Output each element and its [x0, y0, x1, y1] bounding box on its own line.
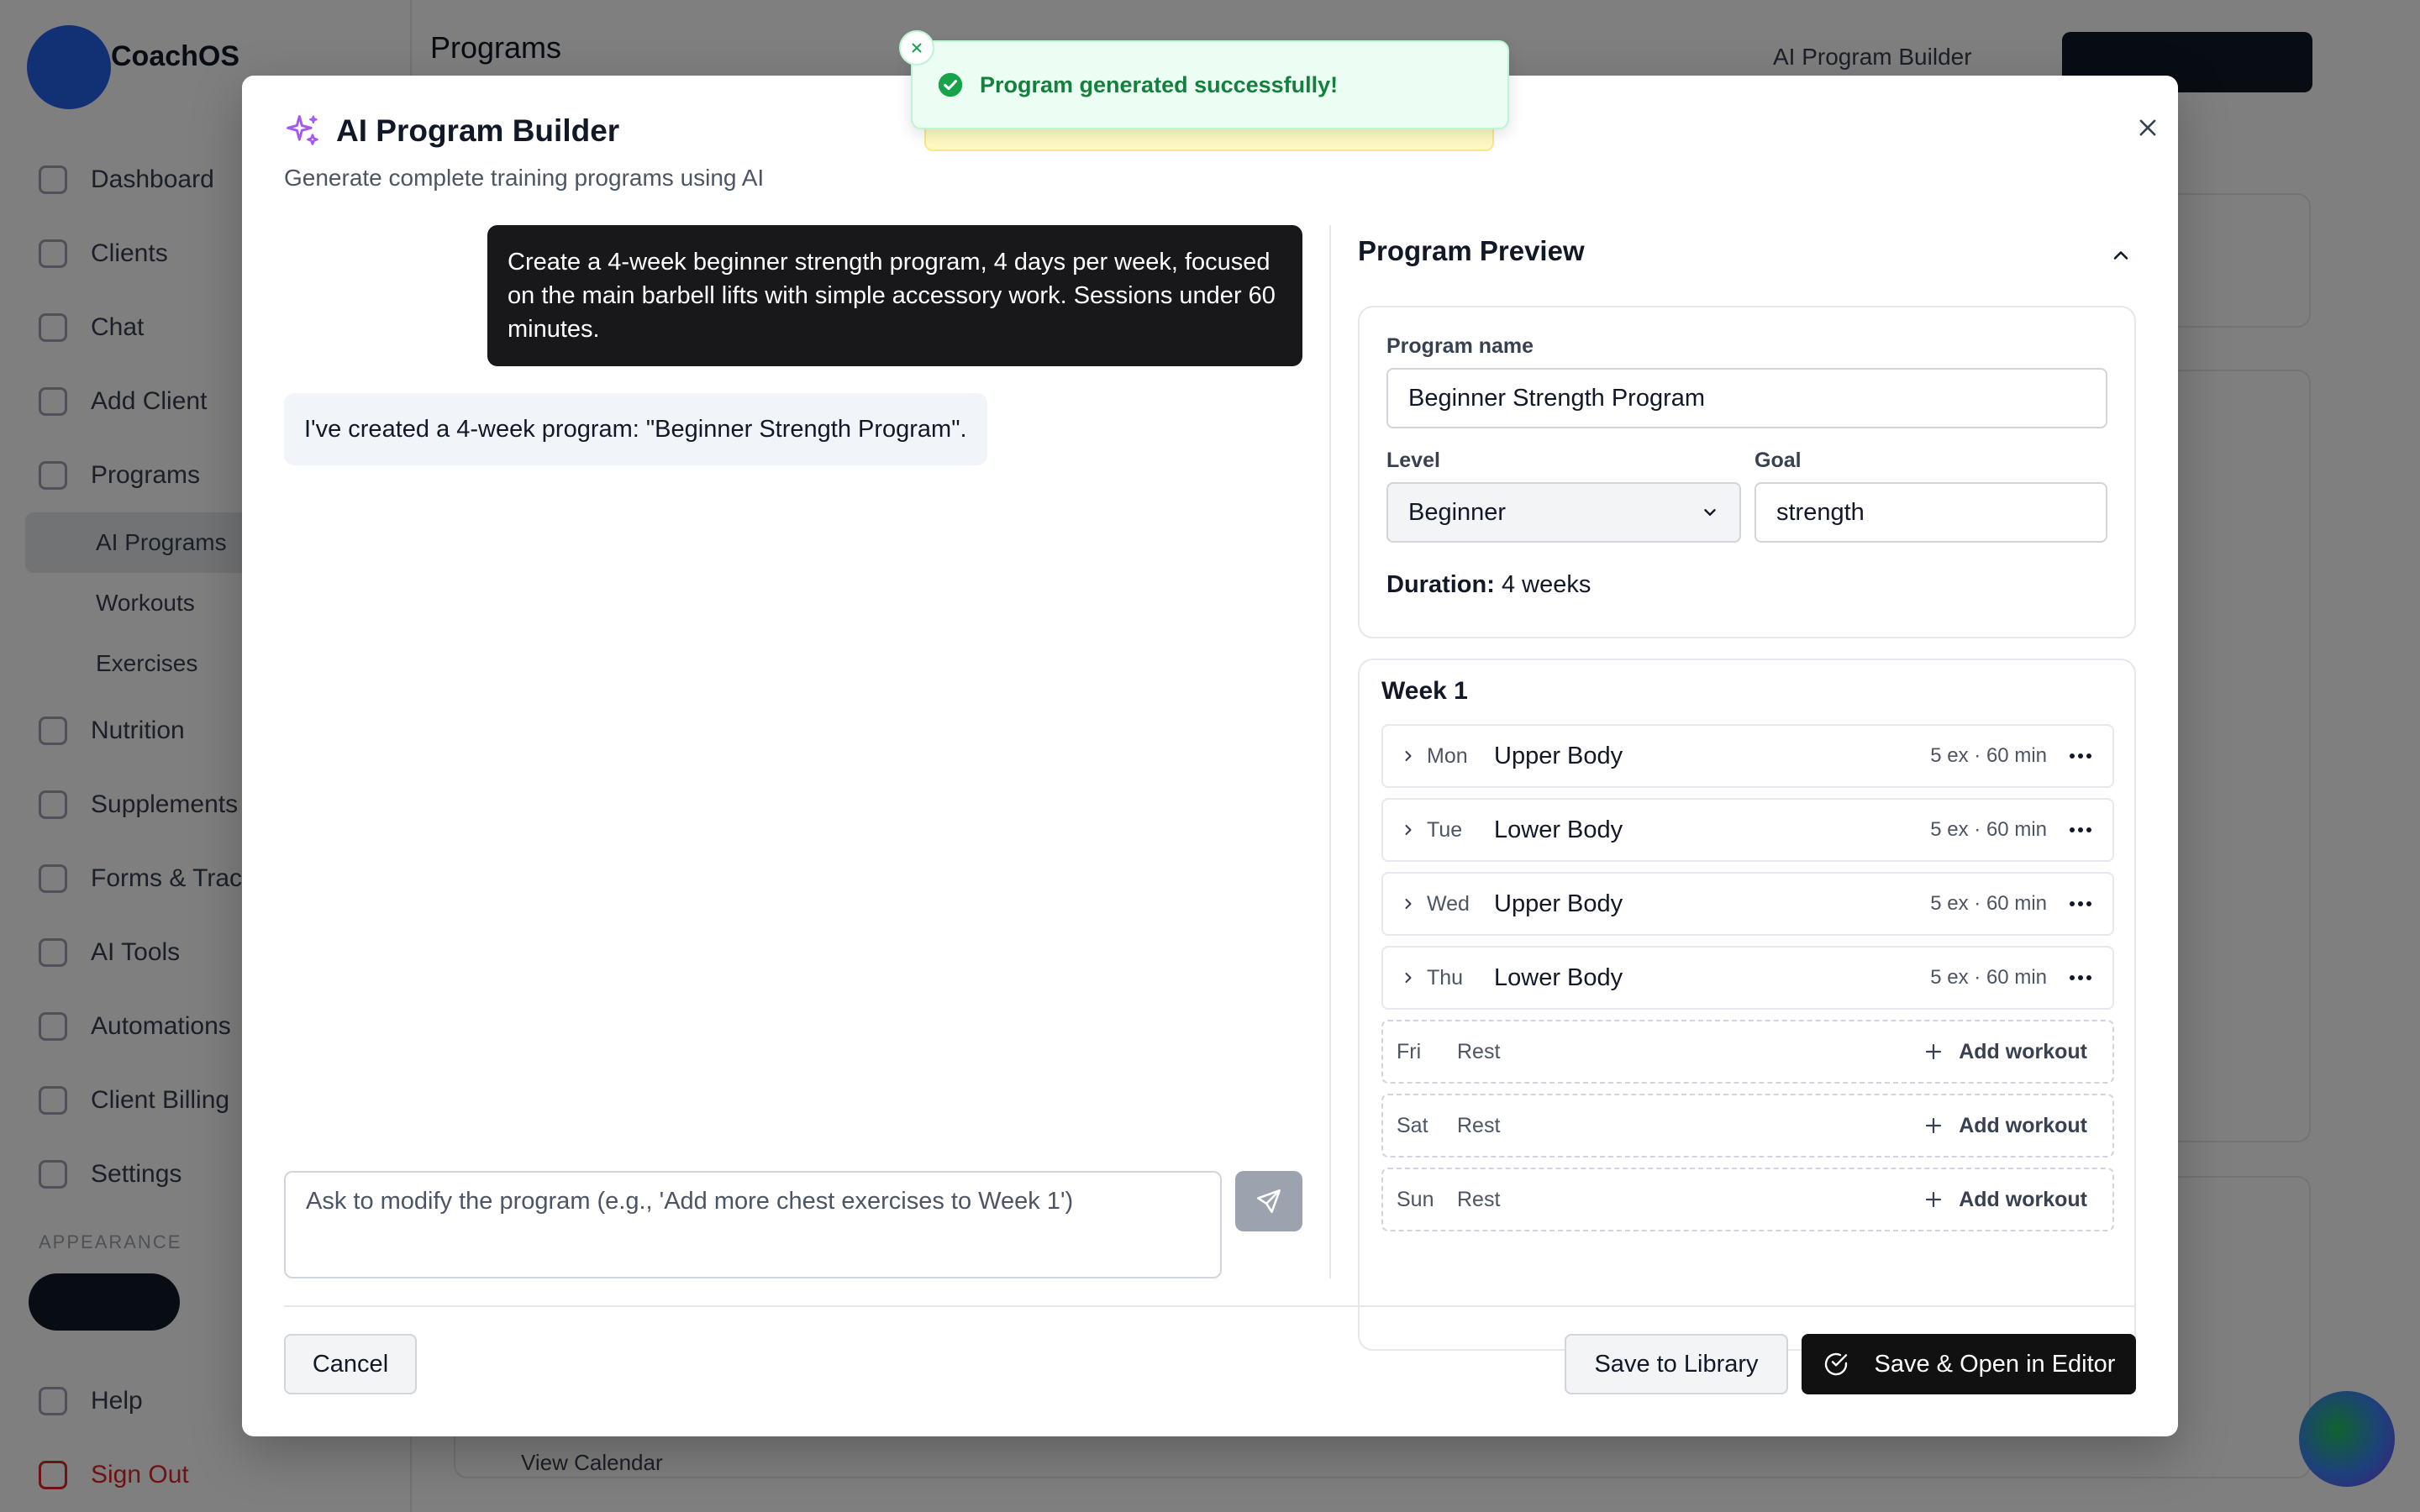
save-to-library-button[interactable]: Save to Library: [1565, 1334, 1788, 1394]
workout-row-tue[interactable]: Tue Lower Body 5 ex · 60 min: [1381, 798, 2114, 862]
add-workout-label: Add workout: [1959, 1187, 2087, 1211]
add-workout-label: Add workout: [1959, 1039, 2087, 1063]
modal-title: AI Program Builder: [336, 113, 620, 148]
plus-icon: [1926, 1117, 1942, 1134]
plus-icon: [1926, 1191, 1942, 1208]
close-modal-button[interactable]: [2123, 102, 2173, 153]
add-workout-label: Add workout: [1959, 1113, 2087, 1137]
rest-label: Rest: [1457, 1039, 1501, 1063]
workout-day: Tue: [1427, 817, 1463, 842]
chevron-right-icon[interactable]: [1390, 969, 1427, 986]
rest-row-sat: Sat Rest Add workout: [1381, 1094, 2114, 1158]
chevron-up-icon: [2113, 251, 2128, 260]
chevron-right-icon[interactable]: [1390, 748, 1427, 764]
workout-row-wed[interactable]: Wed Upper Body 5 ex · 60 min: [1381, 872, 2114, 936]
modal-subtitle: Generate complete training programs usin…: [284, 165, 765, 191]
workout-name: Upper Body: [1494, 742, 1623, 769]
week-title: Week 1: [1381, 677, 1468, 705]
rest-row-sun: Sun Rest Add workout: [1381, 1168, 2114, 1231]
workout-name: Lower Body: [1494, 816, 1623, 843]
workout-meta: 5 ex · 60 min: [1930, 744, 2047, 767]
more-options-icon[interactable]: [2064, 900, 2097, 907]
workout-meta: 5 ex · 60 min: [1930, 966, 2047, 989]
close-icon: [912, 43, 922, 53]
toast-message: Program generated successfully!: [980, 71, 1339, 97]
cancel-button[interactable]: Cancel: [284, 1334, 417, 1394]
workout-name: Lower Body: [1494, 963, 1623, 991]
chat-input[interactable]: [284, 1171, 1222, 1278]
level-label: Level: [1386, 449, 1440, 472]
sparkle-icon: [287, 115, 318, 145]
workout-meta: 5 ex · 60 min: [1930, 818, 2047, 841]
toast-close-button[interactable]: [899, 30, 934, 66]
rest-row-fri: Fri Rest Add workout: [1381, 1020, 2114, 1084]
workout-day: Thu: [1427, 965, 1464, 990]
add-workout-button[interactable]: Add workout: [1923, 1114, 2087, 1138]
goal-input[interactable]: [1754, 482, 2107, 543]
program-name-input[interactable]: [1386, 368, 2107, 428]
workout-day: Mon: [1427, 743, 1468, 768]
close-icon: [2139, 119, 2156, 136]
add-workout-button[interactable]: Add workout: [1923, 1188, 2087, 1212]
chevron-down-icon: [1704, 509, 1716, 516]
collapse-preview-button[interactable]: [2096, 230, 2146, 281]
level-selected-value: Beginner: [1408, 498, 1507, 526]
modal-header: AI Program Builder: [284, 113, 619, 150]
workout-day: Wed: [1427, 891, 1470, 916]
more-options-icon[interactable]: [2064, 974, 2097, 981]
rest-day: Sun: [1397, 1187, 1434, 1211]
duration-value: 4 weeks: [1501, 571, 1591, 598]
goal-label: Goal: [1754, 449, 1802, 472]
workout-row-thu[interactable]: Thu Lower Body 5 ex · 60 min: [1381, 946, 2114, 1010]
column-divider: [1329, 225, 1331, 1278]
workout-row-mon[interactable]: Mon Upper Body 5 ex · 60 min: [1381, 724, 2114, 788]
chevron-right-icon[interactable]: [1390, 822, 1427, 838]
plus-icon: [1926, 1043, 1942, 1060]
rest-label: Rest: [1457, 1187, 1501, 1211]
add-workout-button[interactable]: Add workout: [1923, 1040, 2087, 1064]
success-toast: Program generated successfully!: [911, 40, 1509, 129]
send-button[interactable]: [1235, 1171, 1302, 1231]
user-message-bubble: Create a 4-week beginner strength progra…: [487, 225, 1302, 366]
duration-text: Duration: 4 weeks: [1386, 571, 1591, 599]
rest-day: Fri: [1397, 1039, 1422, 1063]
check-circle-icon: [1824, 1352, 1847, 1376]
duration-label: Duration:: [1386, 571, 1495, 598]
ai-program-builder-modal: AI Program Builder Generate complete tra…: [242, 76, 2178, 1436]
rest-label: Rest: [1457, 1113, 1501, 1137]
chevron-right-icon[interactable]: [1390, 895, 1427, 912]
preview-title: Program Preview: [1358, 235, 1585, 266]
save-and-open-editor-button[interactable]: Save & Open in Editor: [1802, 1334, 2136, 1394]
program-details-card: Program name Level Beginner Goal Duratio…: [1358, 306, 2136, 638]
week-card: Week 1 Mon Upper Body 5 ex · 60 min Tue …: [1358, 659, 2136, 1351]
rest-day: Sat: [1397, 1113, 1428, 1137]
ai-message-bubble: I've created a 4-week program: "Beginner…: [284, 393, 987, 465]
more-options-icon[interactable]: [2064, 753, 2097, 759]
workout-meta: 5 ex · 60 min: [1930, 892, 2047, 915]
program-name-label: Program name: [1386, 334, 1534, 358]
footer-divider: [284, 1305, 2136, 1307]
send-icon: [1256, 1189, 1281, 1214]
level-select[interactable]: Beginner: [1386, 482, 1741, 543]
workout-name: Upper Body: [1494, 890, 1623, 917]
check-circle-icon: [938, 72, 963, 97]
save-and-open-label: Save & Open in Editor: [1874, 1350, 2116, 1378]
more-options-icon[interactable]: [2064, 827, 2097, 833]
